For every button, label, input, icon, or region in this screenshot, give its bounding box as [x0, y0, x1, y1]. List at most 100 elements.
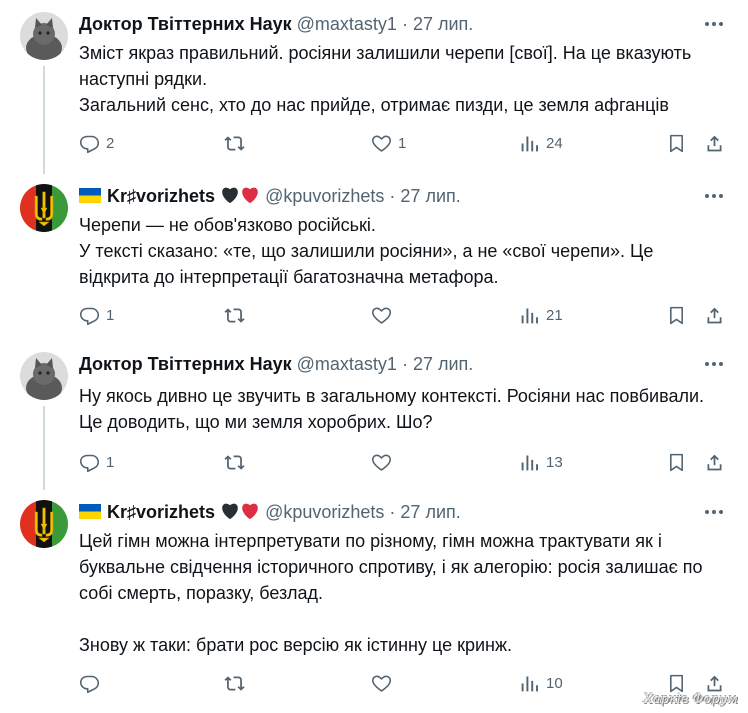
tweet-line: Зміст якраз правильний. росіяни залишили… [79, 43, 692, 89]
share-icon [704, 133, 725, 154]
author-handle[interactable]: @kpuvorizhets [265, 186, 384, 206]
retweet-icon [224, 452, 245, 473]
views-button[interactable]: 21 [519, 303, 563, 327]
author-handle[interactable]: @maxtasty1 [297, 354, 397, 374]
bookmark-icon [666, 133, 687, 154]
reply-count: 1 [106, 306, 115, 324]
bookmark-icon [666, 305, 687, 326]
separator-dot: · [389, 502, 396, 522]
retweet-button[interactable] [224, 450, 251, 474]
separator-dot: · [401, 14, 408, 34]
tweet-1[interactable]: Доктор Твіттерних Наук @maxtasty1 · 27 л… [0, 0, 748, 174]
like-button[interactable] [371, 303, 398, 327]
red-heart-icon [240, 186, 260, 206]
tweet-line: Знову ж таки: брати рос версію як істинн… [79, 635, 513, 655]
views-icon [519, 452, 540, 473]
views-icon [519, 305, 540, 326]
reply-icon [79, 133, 100, 154]
tweet-date[interactable]: 27 лип. [400, 186, 460, 206]
like-button[interactable]: 1 [371, 131, 406, 155]
tweet-actions: 1 21 [79, 303, 729, 327]
bookmark-button[interactable] [666, 303, 687, 327]
reply-count: 1 [106, 453, 115, 471]
reply-button[interactable]: 1 [79, 303, 114, 327]
tweet-text: Цей гімн можна інтерпретувати по різному… [79, 528, 728, 658]
tweet-line: Цей гімн можна інтерпретувати по різному… [79, 531, 703, 603]
retweet-button[interactable] [224, 303, 251, 327]
tweet-4[interactable]: Kr♯vorizhets @kpuvorizhets · 27 лип. Цей… [0, 488, 748, 713]
like-icon [371, 305, 392, 326]
separator-dot: · [389, 186, 396, 206]
tweet-date[interactable]: 27 лип. [413, 354, 473, 374]
tweet-text: Зміст якраз правильний. росіяни залишили… [79, 40, 728, 118]
tweet-2[interactable]: Kr♯vorizhets @kpuvorizhets · 27 лип. Чер… [0, 172, 748, 340]
author-name[interactable]: Доктор Твіттерних Наук [79, 14, 292, 34]
reply-button[interactable] [79, 671, 106, 695]
views-button[interactable]: 24 [519, 131, 563, 155]
more-icon[interactable] [704, 14, 724, 34]
share-button[interactable] [704, 303, 725, 327]
retweet-icon [224, 673, 245, 694]
red-heart-icon [240, 502, 260, 522]
more-icon[interactable] [704, 502, 724, 522]
share-button[interactable] [704, 131, 725, 155]
bookmark-icon [666, 673, 687, 694]
share-icon [704, 452, 725, 473]
retweet-button[interactable] [224, 671, 251, 695]
like-icon [371, 452, 392, 473]
black-heart-icon [220, 186, 240, 206]
views-count: 13 [546, 453, 563, 471]
trident-avatar[interactable] [20, 500, 68, 548]
author-handle[interactable]: @maxtasty1 [297, 14, 397, 34]
like-button[interactable] [371, 671, 398, 695]
share-button[interactable] [704, 450, 725, 474]
tweet-date[interactable]: 27 лип. [413, 14, 473, 34]
reply-count: 2 [106, 134, 115, 152]
tweet-line: У тексті сказано: «те, що залишили росія… [79, 241, 654, 287]
author-name[interactable]: Kr♯vorizhets [107, 186, 215, 206]
like-count: 1 [398, 134, 407, 152]
like-button[interactable] [371, 450, 398, 474]
retweet-icon [224, 305, 245, 326]
trident-avatar[interactable] [20, 184, 68, 232]
views-count: 24 [546, 134, 563, 152]
views-count: 21 [546, 306, 563, 324]
tweet-text: Черепи — не обов'язково російські. У тек… [79, 212, 728, 290]
tweet-line: Ну якось дивно це звучить в загальному к… [79, 386, 705, 432]
views-count: 10 [546, 674, 563, 692]
author-name[interactable]: Доктор Твіттерних Наук [79, 354, 292, 374]
tweet-line: Загальний сенс, хто до нас прийде, отрим… [79, 95, 669, 115]
bookmark-icon [666, 452, 687, 473]
reply-icon [79, 452, 100, 473]
author-name[interactable]: Kr♯vorizhets [107, 502, 215, 522]
tweet-line [79, 606, 728, 632]
more-icon[interactable] [704, 354, 724, 374]
author-handle[interactable]: @kpuvorizhets [265, 502, 384, 522]
cat-avatar[interactable] [20, 12, 68, 60]
separator-dot: · [401, 354, 408, 374]
retweet-button[interactable] [224, 131, 251, 155]
like-icon [371, 133, 392, 154]
tweet-line: Черепи — не обов'язково російські. [79, 215, 376, 235]
tweet-actions: 10 [79, 671, 729, 695]
black-heart-icon [220, 502, 240, 522]
reply-icon [79, 673, 100, 694]
bookmark-button[interactable] [666, 450, 687, 474]
views-button[interactable]: 13 [519, 450, 563, 474]
views-icon [519, 133, 540, 154]
tweet-3[interactable]: Доктор Твіттерних Наук @maxtasty1 · 27 л… [0, 340, 748, 490]
bookmark-button[interactable] [666, 131, 687, 155]
cat-avatar[interactable] [20, 352, 68, 400]
ukraine-flag-icon [79, 502, 107, 522]
tweet-date[interactable]: 27 лип. [400, 502, 460, 522]
more-icon[interactable] [704, 186, 724, 206]
ukraine-flag-icon [79, 186, 107, 206]
reply-button[interactable]: 1 [79, 450, 114, 474]
reply-button[interactable]: 2 [79, 131, 114, 155]
views-icon [519, 673, 540, 694]
thread-line [43, 406, 45, 490]
views-button[interactable]: 10 [519, 671, 563, 695]
share-icon [704, 673, 725, 694]
tweet-actions: 2 1 24 [79, 131, 729, 155]
watermark-logo: Харків Форум [643, 692, 738, 707]
